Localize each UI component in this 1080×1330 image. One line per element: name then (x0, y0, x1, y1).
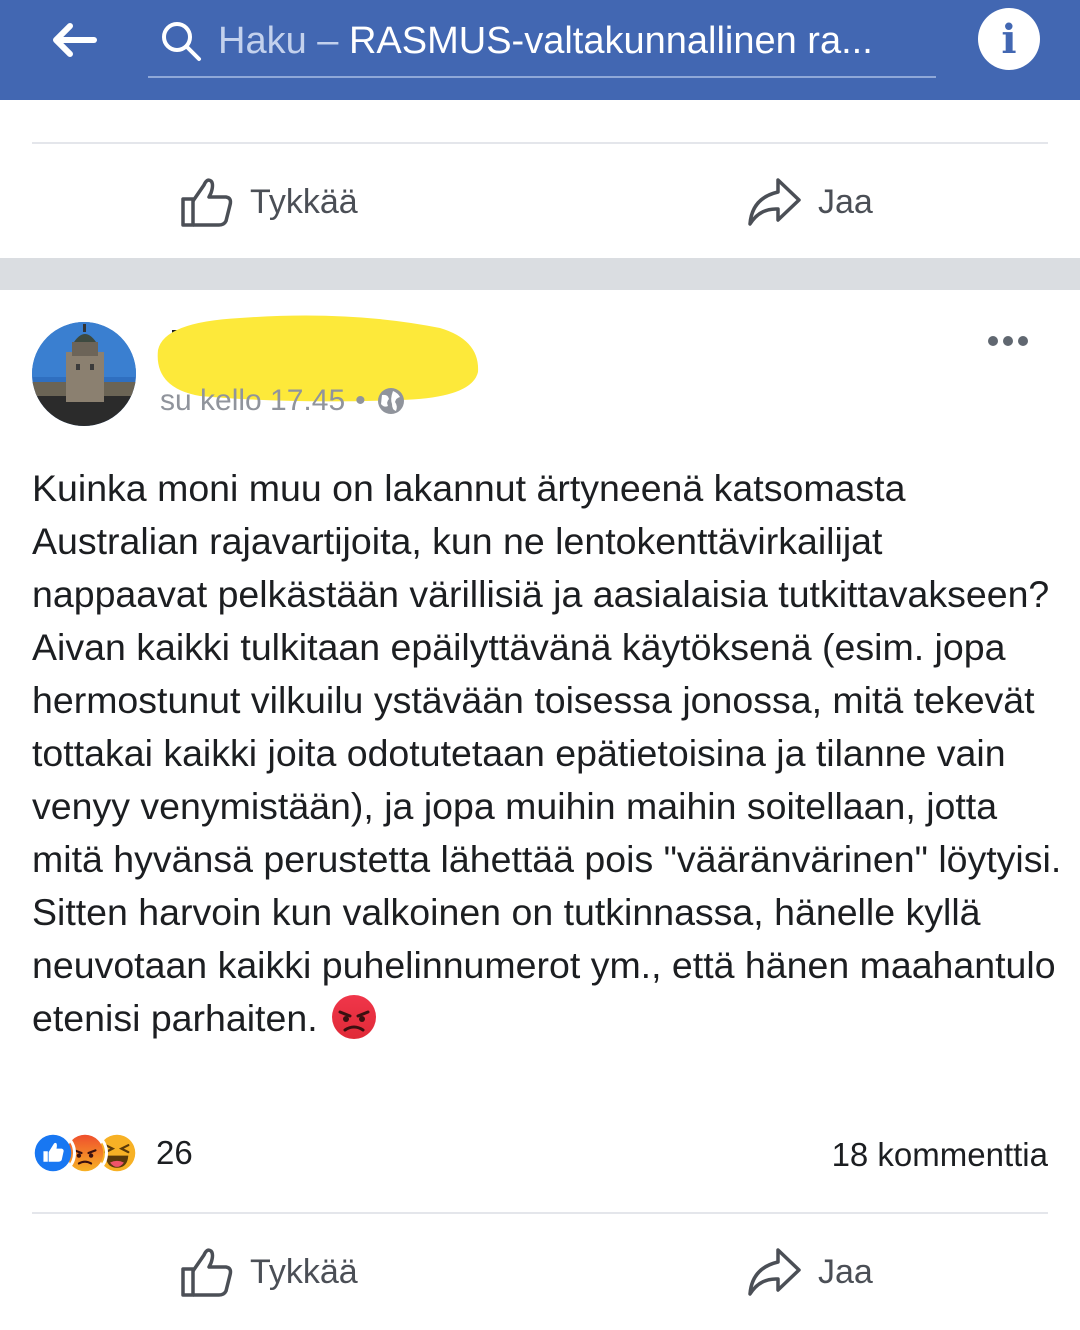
post-body: Kuinka moni muu on lakannut ärtyneenä ka… (32, 462, 1062, 1045)
share-arrow-icon (748, 1248, 801, 1296)
more-options-button[interactable] (988, 336, 1028, 346)
divider (32, 1212, 1048, 1214)
meta-dot: • (355, 384, 366, 417)
info-icon[interactable]: i (978, 8, 1040, 70)
comments-count-link[interactable]: 18 kommenttia (832, 1136, 1048, 1174)
search-group-name: RASMUS-valtakunnallinen ra... (348, 19, 873, 62)
thumbs-up-icon (181, 178, 233, 227)
like-label: Tykkää (250, 182, 358, 221)
globe-icon (377, 388, 404, 414)
back-button[interactable] (44, 12, 104, 68)
like-label: Tykkää (250, 1252, 358, 1291)
divider (32, 142, 1048, 144)
search-placeholder: Haku (218, 19, 307, 62)
like-button[interactable]: Tykkää (180, 162, 358, 242)
post-meta: su kello 17.45 • (160, 384, 406, 418)
search-bar[interactable]: Haku – RASMUS-valtakunnallinen ra... (148, 6, 936, 78)
share-button[interactable]: Jaa (746, 162, 873, 242)
reactions-summary[interactable]: 26 (30, 1130, 193, 1176)
search-icon (156, 16, 206, 66)
search-dash: – (306, 19, 349, 62)
share-button[interactable]: Jaa (746, 1232, 873, 1312)
reaction-count: 26 (156, 1134, 193, 1171)
angry-emoji-icon (331, 995, 376, 1039)
share-label: Jaa (818, 1252, 873, 1291)
like-button[interactable]: Tykkää (180, 1232, 358, 1312)
avatar[interactable] (32, 322, 136, 426)
share-label: Jaa (818, 182, 873, 221)
like-icon (30, 1130, 76, 1176)
thumbs-up-icon (181, 1248, 233, 1297)
app-header: Haku – RASMUS-valtakunnallinen ra... i (0, 0, 1080, 100)
more-dot-icon (1003, 336, 1013, 346)
feed-separator (0, 258, 1080, 290)
more-dot-icon (988, 336, 998, 346)
post-text: Kuinka moni muu on lakannut ärtyneenä ka… (32, 467, 1062, 1039)
back-arrow-icon (53, 23, 97, 57)
search-query[interactable]: Haku – RASMUS-valtakunnallinen ra... (218, 20, 918, 63)
share-arrow-icon (748, 178, 801, 226)
post-timestamp[interactable]: su kello 17.45 (160, 384, 345, 418)
more-dot-icon (1018, 336, 1028, 346)
